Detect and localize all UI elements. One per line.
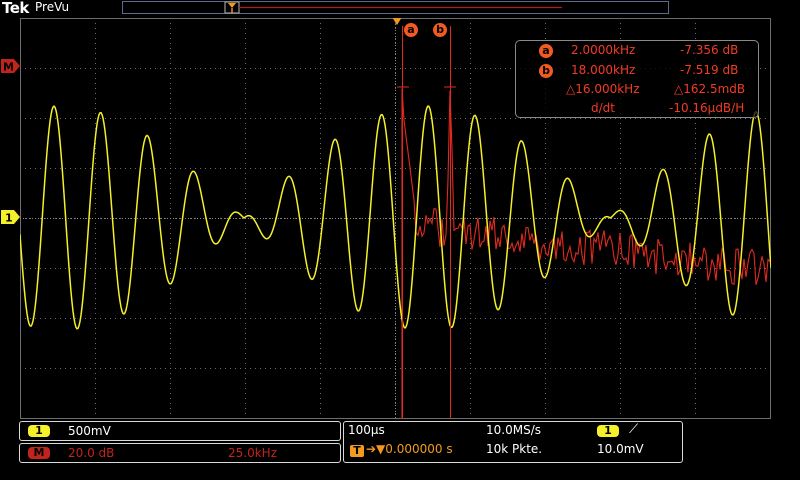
math-horizontal-scale: 25.0kHz	[228, 446, 277, 460]
math-marker[interactable]: M	[0, 58, 22, 74]
readout-rate-label: d/dt	[591, 101, 615, 115]
ch1-vertical-scale: 500mV	[68, 424, 111, 438]
readout-b-frequency: 18.000kHz	[571, 63, 636, 77]
math-scale-panel[interactable]: M 20.0 dB 25.0kHz	[19, 443, 341, 463]
acquisition-status: PreVu	[35, 0, 70, 14]
trigger-level: 10.0mV	[597, 442, 644, 456]
ch1-marker-label: 1	[5, 212, 13, 225]
timebase: 100μs	[348, 423, 385, 437]
ch1-marker[interactable]: 1	[0, 209, 22, 225]
cursor-readout-panel: a 2.0000kHz -7.356 dB b 18.000kHz -7.519…	[515, 40, 759, 118]
timebase-trigger-panel[interactable]: 100μs 10.0MS/s 1 ⟋ T ➔▼0.000000 s 10k Pk…	[343, 421, 683, 463]
readout-a-frequency: 2.0000kHz	[571, 43, 636, 57]
readout-delta-value: △162.5mdB	[674, 82, 746, 96]
readout-b-badge: b	[539, 64, 553, 78]
top-bar: Tek PreVu	[0, 0, 800, 17]
trigger-delay-badge: T	[350, 445, 364, 457]
cursor-b-badge[interactable]: b	[433, 23, 447, 37]
sample-rate: 10.0MS/s	[486, 423, 541, 437]
cursor-a-badge[interactable]: a	[404, 23, 418, 37]
record-view-bar[interactable]	[122, 1, 669, 14]
math-vertical-scale: 20.0 dB	[68, 446, 115, 460]
readout-rate-value: -10.16μdB/H	[669, 101, 745, 115]
record-length: 10k Pkte.	[486, 442, 543, 456]
readout-b-value: -7.519 dB	[680, 63, 739, 77]
readout-a-badge: a	[539, 44, 553, 58]
record-window-indicator	[224, 1, 562, 14]
brand-logo: Tek	[2, 0, 29, 17]
trigger-source-badge: 1	[597, 425, 619, 437]
math-marker-label: M	[3, 61, 14, 74]
readout-delta-frequency: △16.000kHz	[566, 82, 640, 96]
readout-a-value: -7.356 dB	[680, 43, 739, 57]
ch1-badge: 1	[28, 425, 50, 437]
trigger-slope-icon: ⟋	[629, 422, 639, 437]
trigger-delay: ➔▼0.000000 s	[366, 442, 453, 456]
ch1-scale-panel[interactable]: 1 500mV	[19, 421, 341, 441]
math-badge: M	[28, 447, 50, 459]
